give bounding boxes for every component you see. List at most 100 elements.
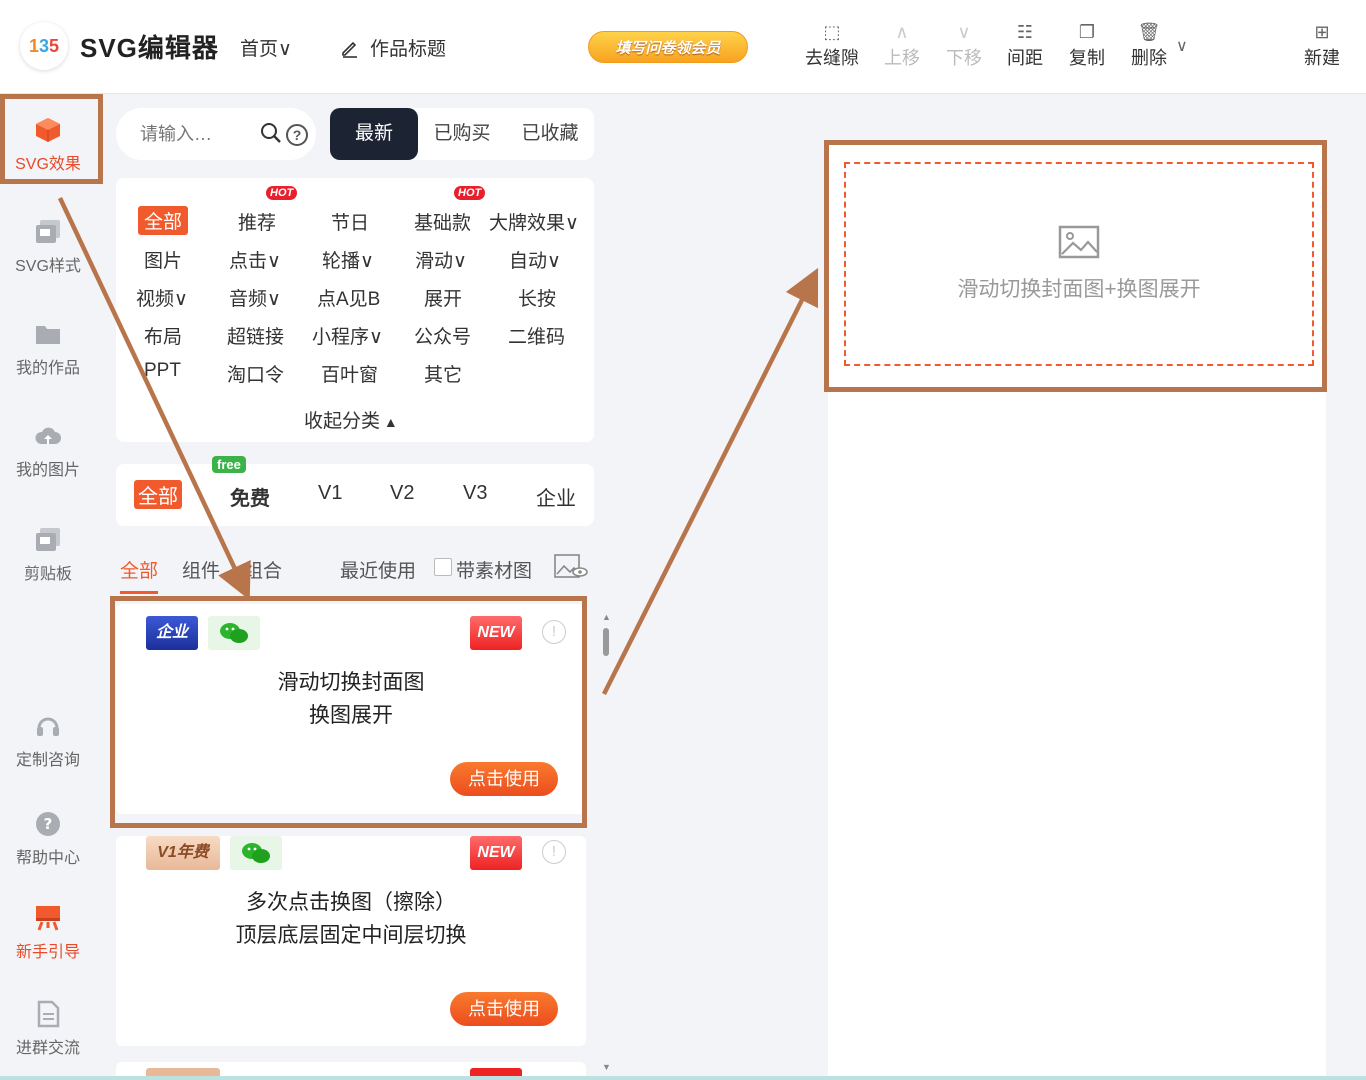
tab-favorites[interactable]: 已收藏	[506, 108, 594, 160]
version-v1[interactable]: V1	[318, 482, 342, 505]
category-expand[interactable]: 展开	[424, 284, 462, 311]
with-material-checkbox[interactable]	[434, 558, 452, 576]
category-click-a-see-b[interactable]: 点A见B	[317, 284, 380, 311]
nav-item-clipboard[interactable]: 剪贴板	[0, 526, 96, 584]
version-v3[interactable]: V3	[463, 482, 487, 505]
category-blinds[interactable]: 百叶窗	[321, 360, 378, 387]
subtab-combos[interactable]: 组合	[244, 556, 282, 583]
nav-item-join-group[interactable]: 进群交流	[0, 1000, 96, 1058]
effect-placeholder[interactable]: 滑动切换封面图+换图展开	[844, 162, 1314, 366]
info-icon[interactable]: !	[542, 840, 566, 864]
new-label: 新建	[1304, 48, 1340, 68]
scroll-up-arrow-icon[interactable]: ▲	[602, 612, 611, 622]
category-slide[interactable]: 滑动∨	[415, 246, 467, 273]
move-down-label: 下移	[946, 48, 982, 68]
panel-scrollbar[interactable]: ▲ ▼	[602, 612, 611, 1072]
nav-item-svg-effects[interactable]: SVG效果	[0, 116, 96, 174]
category-mini-program[interactable]: 小程序∨	[312, 322, 383, 349]
spacing-button[interactable]: ☷ 间距	[1007, 20, 1043, 70]
nav-item-svg-styles[interactable]: SVG样式	[0, 218, 96, 276]
recent-used-filter[interactable]: 最近使用	[340, 556, 416, 583]
info-icon[interactable]: !	[542, 620, 566, 644]
category-qrcode[interactable]: 二维码	[508, 322, 565, 349]
top-bar: 135 SVG编辑器 首页∨ 作品标题 填写问卷领会员 ⬚ 去缝隙 ∧ 上移 ∨…	[0, 0, 1366, 94]
use-template-button[interactable]: 点击使用	[450, 992, 558, 1026]
subtab-components[interactable]: 组件	[182, 556, 220, 583]
category-video[interactable]: 视频∨	[136, 284, 188, 311]
subtab-all[interactable]: 全部	[120, 556, 159, 594]
toolbar-more-chevron-icon[interactable]: ∨	[1176, 36, 1188, 56]
svg-text:?: ?	[44, 815, 53, 833]
wechat-icon	[208, 616, 260, 650]
nav-item-my-images[interactable]: 我的图片	[0, 422, 96, 480]
move-down-button[interactable]: ∨ 下移	[946, 20, 982, 70]
version-filter: free 全部 免费 V1 V2 V3 企业	[116, 456, 594, 526]
search-input[interactable]	[140, 123, 260, 145]
move-up-label: 上移	[884, 48, 920, 68]
category-basic[interactable]: 基础款	[414, 208, 471, 235]
nav-item-help-center[interactable]: ? 帮助中心	[0, 810, 96, 868]
delete-button[interactable]: 🗑 删除	[1131, 20, 1167, 70]
home-menu[interactable]: 首页∨	[240, 34, 292, 61]
promo-banner-button[interactable]: 填写问卷领会员	[588, 31, 748, 63]
clipboard-icon	[36, 528, 60, 551]
question-mark-icon[interactable]: ?	[286, 124, 308, 146]
version-enterprise[interactable]: 企业	[536, 482, 576, 511]
version-all[interactable]: 全部	[134, 480, 182, 509]
category-audio[interactable]: 音频∨	[229, 284, 281, 311]
nav-item-my-works[interactable]: 我的作品	[0, 320, 96, 378]
nav-item-beginner-guide[interactable]: 新手引导	[0, 904, 96, 962]
new-button[interactable]: ⊞ 新建	[1304, 20, 1340, 70]
category-all[interactable]: 全部	[138, 206, 189, 235]
card-title-line2: 顶层底层固定中间层切换	[235, 924, 467, 947]
version-free[interactable]: 免费	[230, 482, 270, 511]
search-icon[interactable]	[260, 122, 282, 144]
tab-latest[interactable]: 最新	[330, 108, 418, 160]
category-carousel[interactable]: 轮播∨	[322, 246, 374, 273]
collapse-categories-button[interactable]: 收起分类 ▲	[304, 406, 398, 433]
doc-icon	[37, 1000, 60, 1028]
category-hyperlink[interactable]: 超链接	[227, 322, 284, 349]
chevron-up-icon: ∧	[895, 22, 909, 42]
editor-canvas[interactable]: 滑动切换封面图+换图展开	[828, 140, 1326, 1080]
nav-item-custom-consult[interactable]: 定制咨询	[0, 712, 96, 770]
tab-purchased[interactable]: 已购买	[418, 108, 506, 160]
template-card[interactable]: 企业 NEW ! 滑动切换封面图 换图展开 点击使用	[116, 604, 586, 814]
category-ppt[interactable]: PPT	[144, 360, 181, 382]
enterprise-badge: 企业	[146, 616, 198, 650]
category-taobao-code[interactable]: 淘口令	[227, 360, 284, 387]
template-card[interactable]: V1年费 NEW ! 多次点击换图（擦除） 顶层底层固定中间层切换 点击使用	[116, 836, 586, 1046]
effects-panel: ? 最新 已购买 已收藏 全部 推荐 HOT 节日 基础款 HOT 大牌效果∨ …	[96, 94, 614, 1080]
scroll-down-arrow-icon[interactable]: ▼	[602, 1062, 611, 1072]
category-long-press[interactable]: 长按	[518, 284, 556, 311]
cube-icon	[36, 118, 60, 142]
category-holiday[interactable]: 节日	[331, 208, 369, 235]
work-title-field[interactable]: 作品标题	[340, 34, 446, 61]
nav-label: 帮助中心	[15, 850, 80, 867]
nav-label: SVG效果	[15, 156, 81, 173]
canvas-area: 滑动切换封面图+换图展开	[614, 94, 1366, 1080]
app-logo[interactable]: 135	[20, 22, 68, 70]
remove-gap-button[interactable]: ⬚ 去缝隙	[805, 20, 859, 70]
image-placeholder-icon	[1058, 225, 1100, 259]
version-v2[interactable]: V2	[390, 482, 414, 505]
use-template-button[interactable]: 点击使用	[450, 762, 558, 796]
move-up-button[interactable]: ∧ 上移	[884, 20, 920, 70]
hot-badge: HOT	[266, 186, 298, 200]
work-title-text: 作品标题	[370, 39, 447, 60]
triangle-up-icon: ▲	[380, 414, 398, 430]
new-file-icon: ⊞	[1314, 22, 1330, 42]
category-click[interactable]: 点击∨	[229, 246, 281, 273]
scroll-thumb[interactable]	[603, 628, 609, 656]
copy-button[interactable]: ❐ 复制	[1069, 20, 1105, 70]
category-official-account[interactable]: 公众号	[414, 322, 471, 349]
category-brand-effects[interactable]: 大牌效果∨	[489, 208, 579, 235]
category-other[interactable]: 其它	[424, 360, 462, 387]
category-auto[interactable]: 自动∨	[509, 246, 561, 273]
headset-icon	[37, 717, 59, 736]
image-preview-toggle-icon[interactable]	[554, 554, 588, 580]
category-recommend[interactable]: 推荐	[238, 208, 276, 235]
category-layout[interactable]: 布局	[144, 322, 182, 349]
guide-icon	[36, 906, 60, 931]
category-image[interactable]: 图片	[144, 246, 182, 273]
